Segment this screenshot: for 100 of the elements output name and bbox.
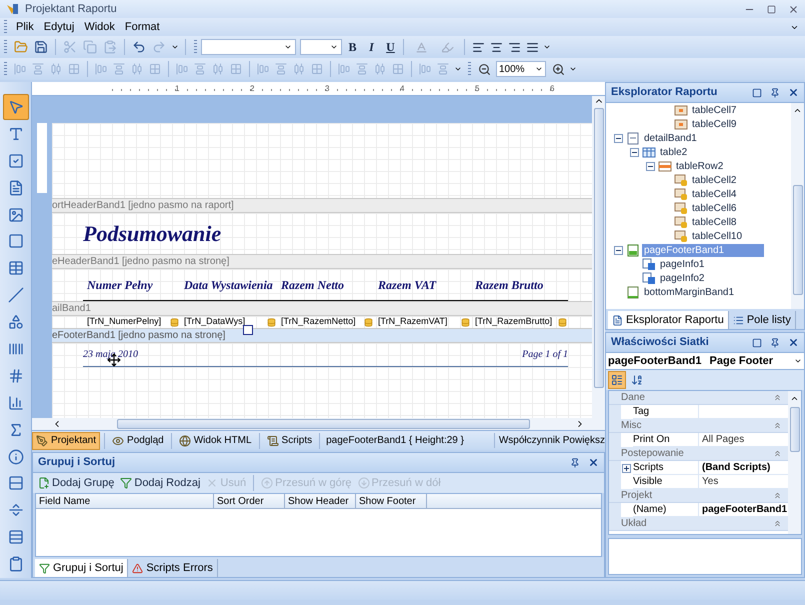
column-header[interactable]: Show Footer (356, 494, 427, 508)
smart-tag-button[interactable] (243, 325, 253, 335)
column-header[interactable]: Sort Order (214, 494, 285, 508)
band-caption[interactable]: eFooterBand1 [jedno pasmo na stronę] (52, 328, 592, 343)
pin-icon[interactable] (570, 458, 580, 468)
close-icon[interactable] (788, 87, 799, 98)
menu-item[interactable]: Plik (11, 18, 39, 36)
tree-item[interactable]: tableCell4 (690, 188, 738, 200)
close-icon[interactable] (788, 4, 799, 14)
column-header[interactable]: Razem Netto (277, 278, 374, 290)
tree-item[interactable]: tableCell2 (690, 174, 738, 186)
property-row[interactable]: (Name) pageFooterBand1 (609, 503, 788, 517)
format-button[interactable]: I (363, 37, 380, 57)
collapse-icon[interactable] (614, 134, 622, 142)
band-caption[interactable]: eHeaderBand1 [jedno pasmo na stronę] (52, 254, 592, 269)
overflow-icon[interactable] (454, 65, 462, 73)
tree-item[interactable]: table2 (658, 146, 690, 158)
tree-item[interactable]: tableCell8 (690, 216, 738, 228)
zoom-combo[interactable]: 100% (496, 61, 546, 77)
collapse-icon[interactable] (646, 162, 654, 170)
property-value[interactable]: (Band Scripts) (699, 461, 788, 475)
scroll-thumb[interactable] (594, 108, 604, 388)
tree-item[interactable]: tableCell9 (690, 118, 738, 130)
toolbar-grip[interactable] (4, 20, 7, 34)
property-category[interactable]: Układ (609, 517, 788, 531)
tree-scrollbar[interactable] (791, 103, 804, 309)
property-value[interactable]: pageFooterBand1 (699, 503, 788, 517)
properties-scrollbar[interactable] (788, 391, 801, 534)
field-placeholder[interactable]: [TrN_RazemVAT] (378, 315, 461, 329)
column-header[interactable]: Show Header (285, 494, 356, 508)
toolbar-grip[interactable] (4, 62, 7, 76)
field-placeholder[interactable]: [TrN_NumerPelny] (87, 315, 170, 329)
panel-action[interactable]: Dodaj Grupę (35, 474, 118, 492)
scroll-up-icon[interactable] (790, 394, 799, 403)
view-tab[interactable]: Scripts (264, 432, 316, 450)
menu-item[interactable]: Widok (79, 18, 120, 36)
scroll-up-icon[interactable] (793, 106, 802, 115)
overflow-icon[interactable] (569, 65, 577, 73)
column-header[interactable]: Razem VAT (374, 278, 471, 290)
band-caption[interactable]: ailBand1 (52, 301, 592, 316)
field-placeholder[interactable]: [TrN_DataWys] (184, 315, 267, 329)
close-icon[interactable] (788, 337, 799, 348)
format-button[interactable]: U (382, 37, 399, 57)
property-category[interactable]: Dane (609, 391, 788, 405)
panel-tab[interactable]: Scripts Errors (128, 559, 218, 577)
field-placeholder[interactable]: [TrN_RazemBrutto] (475, 315, 558, 329)
panel-tab[interactable]: Grupuj i Sortuj (35, 559, 128, 577)
column-header[interactable]: Field Name (36, 494, 214, 508)
pin-icon[interactable] (770, 88, 780, 98)
overflow-icon[interactable] (543, 43, 551, 51)
maximize-icon[interactable] (752, 338, 762, 348)
property-category[interactable]: Postepowanie (609, 447, 788, 461)
vertical-scrollbar[interactable] (592, 96, 605, 418)
menu-item[interactable]: Edytuj (38, 18, 80, 36)
tree-item[interactable]: tableCell7 (690, 104, 738, 116)
expand-icon[interactable] (622, 464, 631, 472)
object-selector[interactable]: pageFooterBand1 Page Footer (606, 353, 804, 370)
overflow-icon[interactable] (171, 43, 179, 51)
property-value[interactable]: All Pages (699, 433, 788, 447)
pin-icon[interactable] (770, 338, 780, 348)
page-number[interactable]: Page 1 of 1 (522, 347, 568, 362)
property-row[interactable]: Scripts (Band Scripts) (609, 461, 788, 475)
tree-item[interactable]: tableRow2 (674, 160, 726, 172)
view-tab[interactable]: Projektant (32, 432, 100, 450)
property-category[interactable]: Misc (609, 419, 788, 433)
column-header[interactable]: Numer Pełny (83, 278, 180, 290)
property-category[interactable]: Projekt (609, 489, 788, 503)
property-row[interactable]: Print On All Pages (609, 433, 788, 447)
property-row[interactable]: Tag (609, 405, 788, 419)
toolbar-grip[interactable] (194, 40, 197, 54)
maximize-icon[interactable] (767, 4, 776, 14)
field-placeholder[interactable]: [TrN_RazemNetto] (281, 315, 364, 329)
toolbar-grip[interactable] (468, 62, 471, 76)
maximize-icon[interactable] (752, 88, 762, 98)
tree-item[interactable]: bottomMarginBand1 (642, 286, 736, 298)
collapse-icon[interactable] (614, 246, 622, 254)
property-row[interactable]: Visible Yes (609, 475, 788, 489)
column-header[interactable]: Razem Brutto (471, 278, 568, 290)
view-tab[interactable]: Podgląd (109, 432, 167, 450)
panel-tab[interactable]: Pole listy (728, 311, 796, 329)
tree-item[interactable]: tableCell10 (690, 230, 744, 242)
view-tab[interactable]: Widok HTML (176, 432, 255, 450)
categorized-button[interactable] (608, 371, 626, 389)
collapse-icon[interactable] (630, 148, 638, 156)
tree-item[interactable]: detailBand1 (642, 132, 699, 144)
tree-item[interactable]: tableCell6 (690, 202, 738, 214)
property-value[interactable]: Yes (699, 475, 788, 489)
tree-item[interactable]: pageInfo1 (658, 258, 706, 270)
toolbar-grip[interactable] (4, 40, 7, 54)
toolbox-item[interactable] (2, 94, 28, 120)
scroll-thumb[interactable] (792, 185, 802, 295)
tree-item[interactable]: pageInfo2 (658, 272, 706, 284)
band-caption[interactable]: ortHeaderBand1 [jedno pasmo na raport] (52, 198, 592, 213)
format-button[interactable]: B (344, 37, 361, 57)
horizontal-scrollbar[interactable] (32, 418, 605, 430)
scroll-thumb[interactable] (790, 407, 800, 452)
scroll-thumb[interactable] (117, 419, 530, 429)
report-title[interactable]: Podsumowanie (83, 217, 222, 250)
panel-action[interactable]: Dodaj Rodzaj (117, 474, 204, 492)
column-header[interactable]: Data Wystawienia (180, 278, 277, 290)
